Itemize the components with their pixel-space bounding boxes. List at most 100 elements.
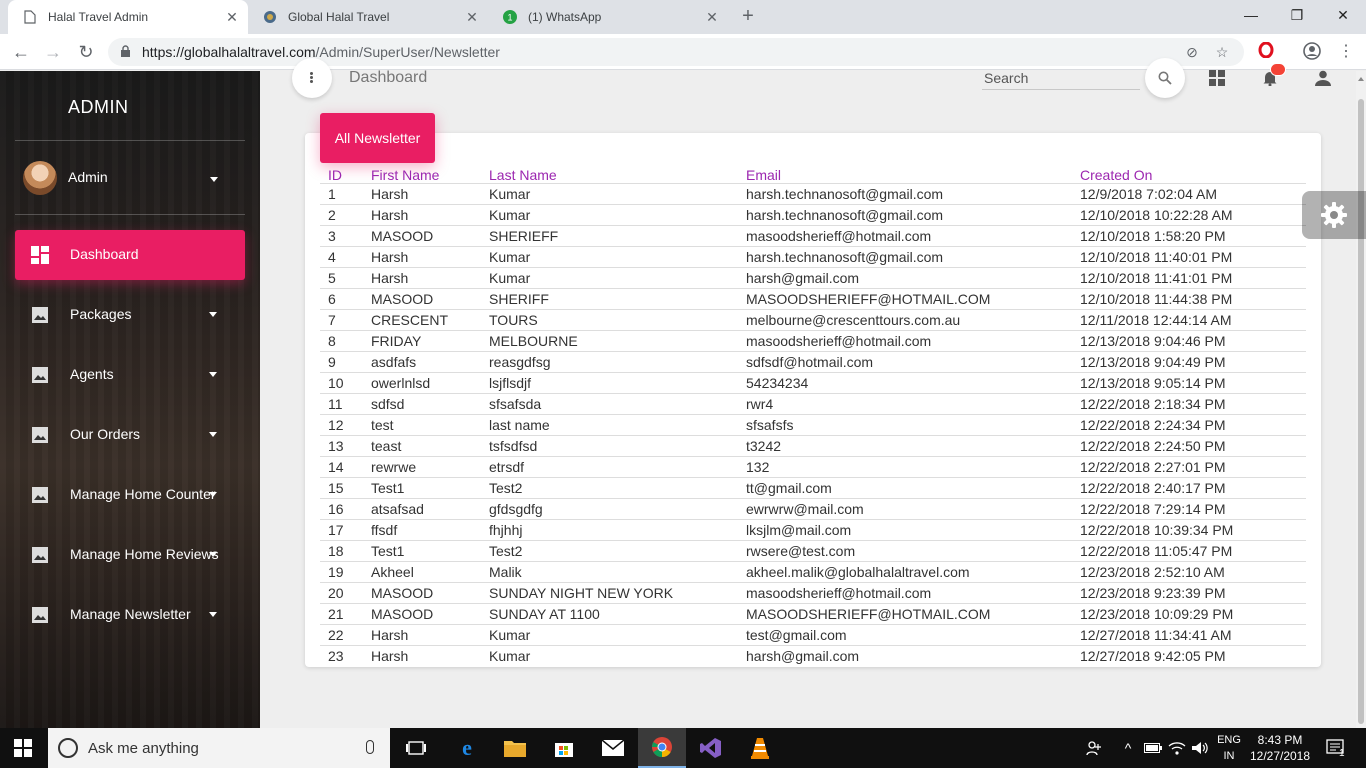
chevron-down-icon [209, 312, 217, 317]
cell-id: 18 [320, 539, 363, 561]
cell-first-name: Test1 [363, 476, 481, 498]
cell-id: 21 [320, 602, 363, 624]
task-view-icon[interactable] [392, 728, 440, 768]
cell-created-on: 12/10/2018 10:22:28 AM [1072, 203, 1306, 225]
language-indicator[interactable]: ENG IN [1214, 732, 1244, 764]
column-header-created-on[interactable]: Created On [1072, 163, 1306, 183]
person-icon[interactable] [1315, 70, 1331, 86]
close-tab-icon[interactable]: ✕ [224, 9, 240, 25]
cell-created-on: 12/23/2018 2:52:10 AM [1072, 560, 1306, 582]
url-field[interactable]: https://globalhalaltravel.com/Admin/Supe… [108, 38, 1244, 66]
sidebar-item-label: Manage Newsletter [70, 606, 191, 622]
sidebar-item-manage-newsletter[interactable]: Manage Newsletter [15, 590, 245, 640]
column-header-last-name[interactable]: Last Name [481, 163, 738, 183]
sidebar-item-packages[interactable]: Packages [15, 290, 245, 340]
browser-tab-halal-travel-admin[interactable]: Halal Travel Admin ✕ [8, 0, 248, 34]
cortana-search[interactable]: Ask me anything [48, 728, 390, 768]
cell-created-on: 12/10/2018 1:58:20 PM [1072, 224, 1306, 246]
chevron-up-icon[interactable]: ^ [1118, 728, 1138, 768]
cell-last-name: lsjflsdjf [481, 371, 738, 393]
settings-panel-toggle[interactable] [1302, 191, 1366, 239]
reload-icon[interactable]: ↻ [75, 41, 97, 63]
cell-email: akheel.malik@globalhalaltravel.com [738, 560, 1072, 582]
sidebar-item-agents[interactable]: Agents [15, 350, 245, 400]
cell-email: test@gmail.com [738, 623, 1072, 645]
back-arrow-icon[interactable]: ← [10, 41, 32, 63]
vlc-icon[interactable] [736, 728, 784, 768]
action-center-icon[interactable]: 1 [1322, 728, 1350, 768]
edge-browser-icon[interactable]: e [443, 728, 491, 768]
wifi-icon[interactable] [1166, 728, 1188, 768]
minimize-icon[interactable]: — [1228, 0, 1274, 30]
cell-first-name: MASOOD [363, 224, 481, 246]
chrome-icon[interactable] [638, 728, 686, 768]
opera-icon[interactable] [1256, 41, 1276, 62]
sidebar-toggle-button[interactable] [292, 58, 332, 98]
cell-email: masoodsherieff@hotmail.com [738, 224, 1072, 246]
cell-id: 20 [320, 581, 363, 603]
forward-arrow-icon[interactable]: → [42, 41, 64, 63]
browser-tab-title: (1) WhatsApp [528, 10, 602, 24]
mail-icon[interactable] [589, 728, 637, 768]
sidebar-item-dashboard[interactable]: Dashboard [15, 230, 245, 280]
cell-last-name: Test2 [481, 539, 738, 561]
sidebar-item-manage-home-counter[interactable]: Manage Home Counter [15, 470, 245, 520]
cell-id: 17 [320, 518, 363, 540]
cell-created-on: 12/10/2018 11:41:01 PM [1072, 266, 1306, 288]
cell-first-name: Harsh [363, 644, 481, 666]
dashboard-icon[interactable] [1209, 70, 1225, 86]
cell-created-on: 12/10/2018 11:44:38 PM [1072, 287, 1306, 309]
restore-icon[interactable]: ❐ [1274, 0, 1320, 30]
visual-studio-icon[interactable] [687, 728, 735, 768]
cell-first-name: teast [363, 434, 481, 456]
cell-first-name: Harsh [363, 182, 481, 204]
notification-badge [1270, 63, 1286, 76]
image-icon [32, 367, 48, 383]
cell-first-name: MASOOD [363, 287, 481, 309]
system-clock[interactable]: 8:43 PM 12/27/2018 [1244, 732, 1316, 764]
page-scrollbar[interactable] [1356, 71, 1366, 728]
browser-tab-whatsapp[interactable]: 1 (1) WhatsApp ✕ [488, 0, 728, 34]
sidebar-item-label: Manage Home Reviews [70, 546, 219, 562]
store-icon[interactable] [540, 728, 588, 768]
column-header-first-name[interactable]: First Name [363, 163, 481, 183]
brand-title[interactable]: ADMIN [68, 97, 129, 118]
table-row: 8 FRIDAY MELBOURNE masoodsherieff@hotmail.c… [320, 329, 1306, 351]
volume-icon[interactable] [1189, 728, 1211, 768]
browser-tab-global-halal-travel[interactable]: Global Halal Travel ✕ [248, 0, 488, 34]
cell-created-on: 12/11/2018 12:44:14 AM [1072, 308, 1306, 330]
column-header-id[interactable]: ID [320, 163, 363, 183]
lock-icon [121, 45, 130, 57]
user-menu[interactable]: Admin [23, 161, 245, 195]
blocked-content-icon[interactable]: ⊘ [1184, 44, 1200, 60]
scroll-up-icon[interactable] [1358, 77, 1364, 81]
windows-start-icon[interactable] [14, 739, 32, 757]
search-input[interactable] [982, 66, 1140, 90]
cell-email: harsh@gmail.com [738, 266, 1072, 288]
cell-last-name: Kumar [481, 245, 738, 267]
cell-email: lksjlm@mail.com [738, 518, 1072, 540]
search-button[interactable] [1145, 58, 1185, 98]
table-row: 21 MASOOD SUNDAY AT 1100 MASOODSHERIEFF@HOT… [320, 602, 1306, 624]
file-explorer-icon[interactable] [491, 728, 539, 768]
sidebar-item-label: Our Orders [70, 426, 141, 442]
bookmark-star-icon[interactable]: ☆ [1214, 44, 1230, 60]
new-tab-icon[interactable]: + [737, 5, 759, 27]
sidebar-item-manage-home-reviews[interactable]: Manage Home Reviews [15, 530, 245, 580]
people-icon[interactable] [1082, 728, 1106, 768]
browser-menu-icon[interactable]: ⋮ [1336, 42, 1356, 62]
column-header-email[interactable]: Email [738, 163, 1072, 183]
card-title: All Newsletter [320, 113, 435, 163]
browser-tab-title: Halal Travel Admin [48, 10, 149, 24]
page-title: Dashboard [349, 69, 428, 86]
sidebar-item-our-orders[interactable]: Our Orders [15, 410, 245, 460]
microphone-icon[interactable] [366, 740, 374, 754]
table-row: 18 Test1 Test2 rwsere@test.com 12/22/2018 11… [320, 539, 1306, 561]
profile-icon[interactable] [1302, 42, 1322, 62]
close-tab-icon[interactable]: ✕ [704, 9, 720, 25]
close-tab-icon[interactable]: ✕ [464, 9, 480, 25]
battery-icon[interactable] [1142, 728, 1164, 768]
window-close-icon[interactable]: ✕ [1320, 0, 1366, 30]
cell-id: 19 [320, 560, 363, 582]
language-region: IN [1223, 750, 1235, 762]
